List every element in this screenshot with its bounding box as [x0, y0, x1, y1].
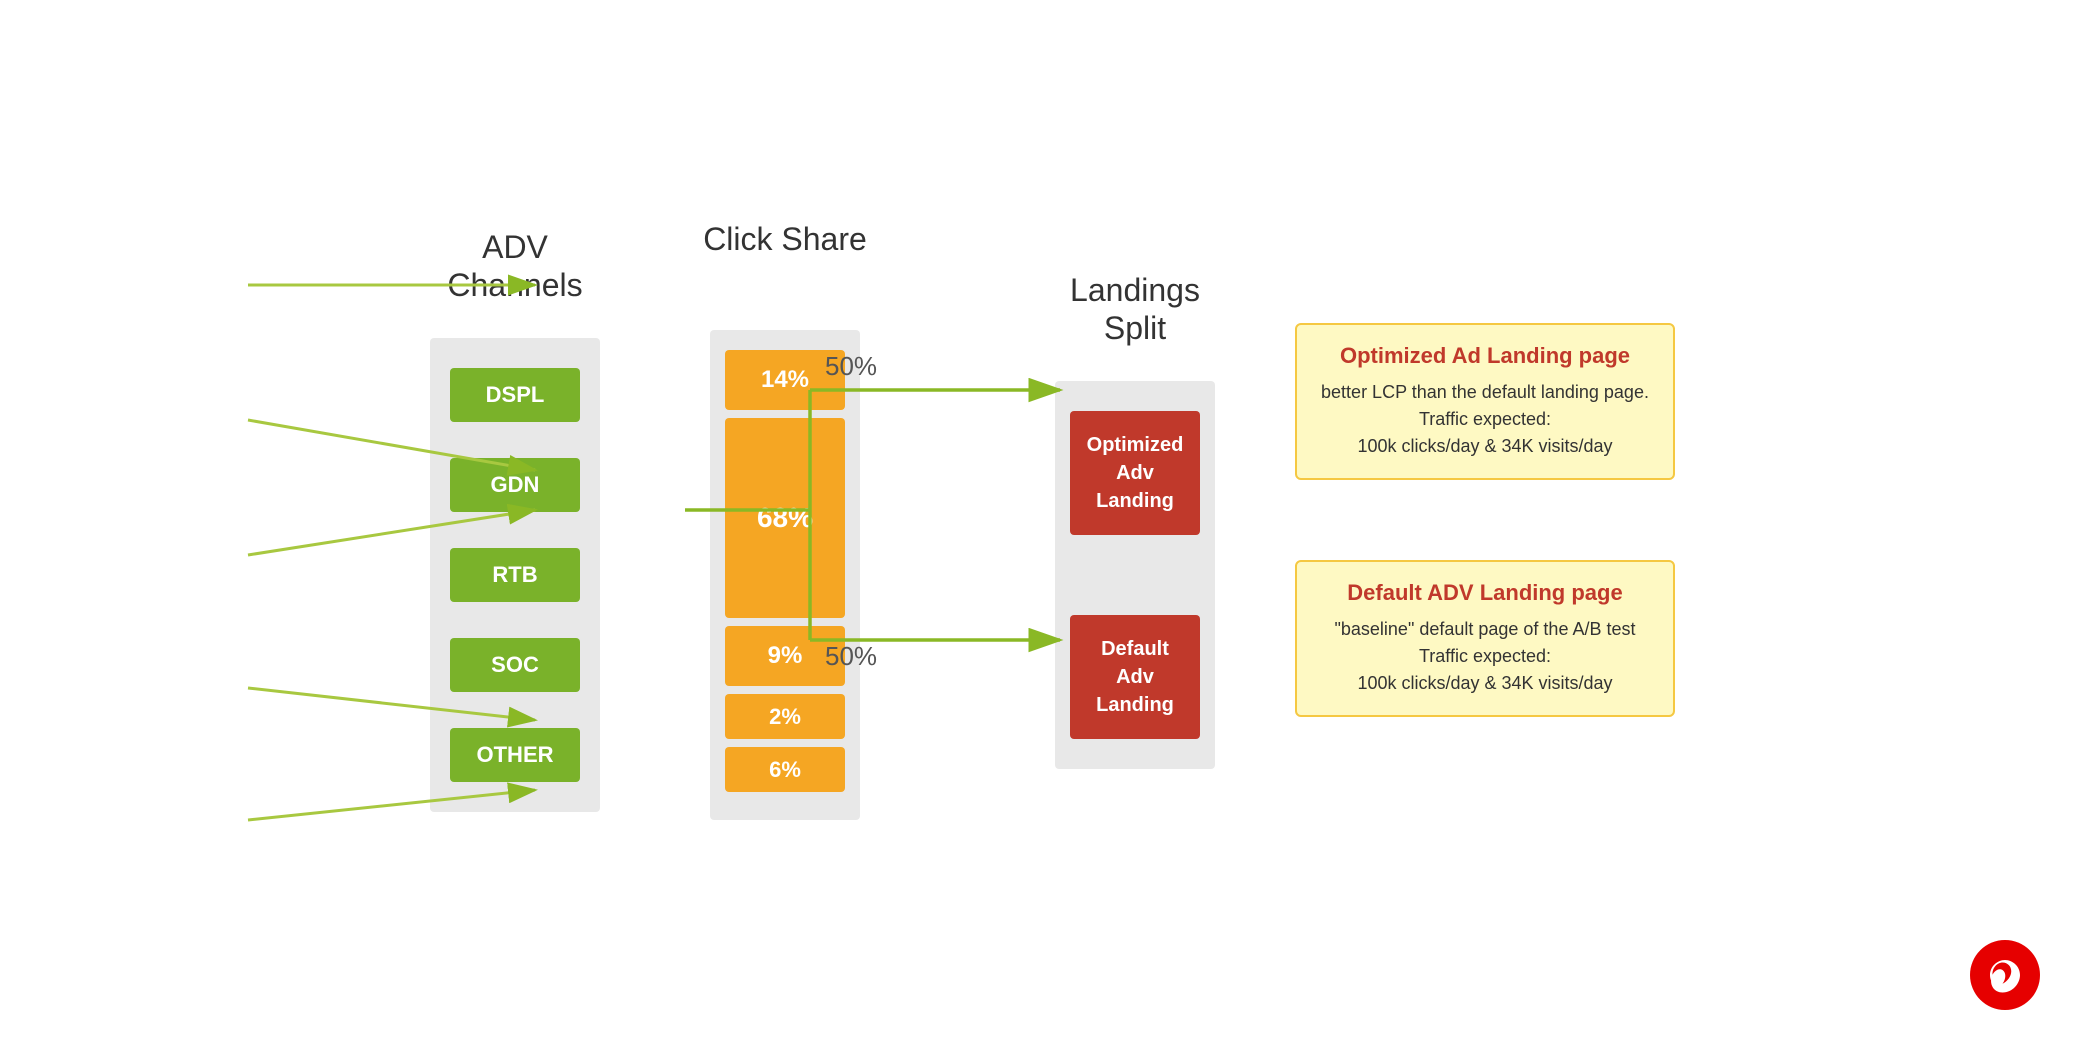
adv-header: ADV Channels: [415, 228, 615, 308]
click-box-14: 14%: [725, 350, 845, 410]
adv-box-other: OTHER: [450, 728, 580, 782]
adv-box-soc: SOC: [450, 638, 580, 692]
info-card-default-title: Default ADV Landing page: [1319, 580, 1651, 606]
click-bg: 14% 68% 9% 2% 6%: [710, 330, 860, 820]
click-box-6: 6%: [725, 747, 845, 792]
landings-split-column: Landings Split Optimized Adv Landing Def…: [1055, 271, 1215, 769]
click-box-9: 9%: [725, 626, 845, 686]
info-card-optimized-body: better LCP than the default landing page…: [1319, 379, 1651, 460]
diagram-container: ADV Channels DSPL GDN RTB SOC OTHER Clic…: [0, 0, 2090, 1040]
adv-bg: DSPL GDN RTB SOC OTHER: [430, 338, 600, 812]
info-cards-column: Optimized Ad Landing page better LCP tha…: [1295, 323, 1675, 717]
click-share-column: Click Share 14% 68% 9% 2% 6%: [695, 220, 875, 820]
adv-box-gdn: GDN: [450, 458, 580, 512]
click-box-68: 68%: [725, 418, 845, 618]
click-header: Click Share: [703, 220, 867, 300]
click-box-2: 2%: [725, 694, 845, 739]
adv-channels-column: ADV Channels DSPL GDN RTB SOC OTHER: [415, 228, 615, 812]
info-card-optimized-title: Optimized Ad Landing page: [1319, 343, 1651, 369]
info-card-default: Default ADV Landing page "baseline" defa…: [1295, 560, 1675, 717]
vodafone-circle: [1970, 940, 2040, 1010]
adv-box-rtb: RTB: [450, 548, 580, 602]
landings-header: Landings Split: [1055, 271, 1215, 351]
info-card-default-body: "baseline" default page of the A/B testT…: [1319, 616, 1651, 697]
adv-box-dspl: DSPL: [450, 368, 580, 422]
vodafone-logo: [1970, 940, 2040, 1010]
landing-box-optimized: Optimized Adv Landing: [1070, 411, 1200, 535]
landings-bg: Optimized Adv Landing Default Adv Landin…: [1055, 381, 1215, 769]
landing-box-default: Default Adv Landing: [1070, 615, 1200, 739]
info-card-optimized: Optimized Ad Landing page better LCP tha…: [1295, 323, 1675, 480]
